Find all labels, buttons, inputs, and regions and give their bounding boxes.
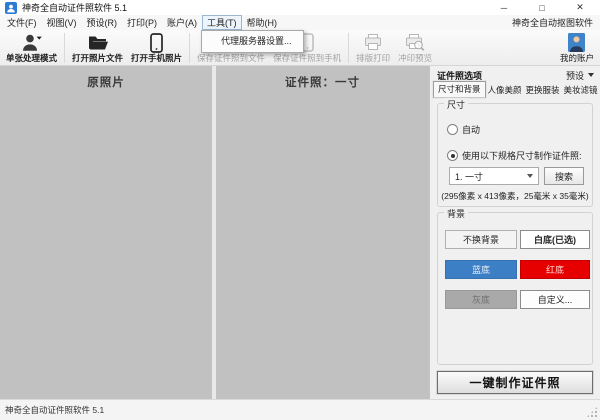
single-mode-label: 单张处理模式 [6,53,57,64]
app-window: 神奇全自动证件照软件 5.1 ─ □ ✕ 文件(F) 视图(V) 预设(R) 打… [0,0,600,420]
menu-account[interactable]: 账户(A) [162,15,202,30]
resize-grip-icon[interactable] [586,406,598,418]
toolbar-separator [64,33,65,63]
menu-tools-label: 工具(T) [207,16,237,29]
search-button[interactable]: 搜索 [544,167,584,185]
tab-size-background[interactable]: 尺寸和背景 [433,81,486,98]
result-photo-pane: 证件照：一寸 [216,66,429,399]
menu-file[interactable]: 文件(F) [2,15,42,30]
tab-beauty-filter[interactable]: 美妆滤镜 [562,83,600,98]
status-text: 神奇全自动证件照软件 5.1 [5,404,104,416]
open-photo-file-button[interactable]: 打开照片文件 [68,31,127,65]
gray-background-button[interactable]: 灰底 [445,290,517,309]
size-dimensions-text: (295像素 x 413像素，25毫米 x 35毫米) [438,190,592,202]
toolbar-separator [189,33,190,63]
size-combo-row: 1. 一寸 搜索 [449,167,584,185]
print-preview-icon [405,32,425,53]
menu-bar: 文件(F) 视图(V) 预设(R) 打印(P) 账户(A) 工具(T) 代理服务… [0,15,600,30]
menu-preset[interactable]: 预设(R) [82,15,123,30]
result-photo-title: 证件照：一寸 [216,74,429,90]
close-button[interactable]: ✕ [561,0,599,15]
print-preview-button: 冲印预览 [394,31,436,65]
phone-icon [150,32,163,53]
layout-print-button: 排版打印 [352,31,394,65]
status-bar: 神奇全自动证件照软件 5.1 [0,399,600,420]
background-groupbox: 背景 不换背景 白底(已选) 蓝底 红底 灰底 自定义... [437,212,593,365]
blue-background-button[interactable]: 蓝底 [445,260,517,279]
window-title: 神奇全自动证件照软件 5.1 [22,1,127,14]
layout-print-label: 排版打印 [356,53,390,64]
options-panel: 证件照选项 预设 尺寸和背景 人像美颜 更换服装 美妆滤镜 尺寸 自动 [429,66,600,399]
preset-dropdown-button[interactable]: 预设 [566,69,594,82]
options-tabs: 尺寸和背景 人像美颜 更换服装 美妆滤镜 [433,82,598,98]
open-phone-photo-button[interactable]: 打开手机照片 [127,31,186,65]
menu-item-proxy-settings[interactable]: 代理服务器设置... [202,31,303,52]
options-header: 证件照选项 预设 [437,68,594,82]
person-mode-icon [21,32,43,53]
no-change-background-button[interactable]: 不换背景 [445,230,517,249]
single-mode-button[interactable]: 单张处理模式 [2,31,61,65]
options-title: 证件照选项 [437,69,482,82]
menu-tools[interactable]: 工具(T) 代理服务器设置... [202,15,242,30]
background-legend: 背景 [444,207,468,220]
original-photo-title: 原照片 [0,74,212,90]
avatar-icon [568,32,585,53]
minimize-button[interactable]: ─ [485,0,523,15]
size-select[interactable]: 1. 一寸 [449,167,539,185]
open-photo-file-label: 打开照片文件 [72,53,123,64]
auto-size-radio[interactable]: 自动 [447,123,480,136]
my-account-label: 我的账户 [560,53,594,64]
size-select-value: 1. 一寸 [455,170,483,183]
menu-view[interactable]: 视图(V) [42,15,82,30]
auto-size-label: 自动 [462,123,480,136]
white-background-button[interactable]: 白底(已选) [520,230,590,249]
preset-label: 预设 [566,69,584,82]
custom-background-button[interactable]: 自定义... [520,290,590,309]
menu-help[interactable]: 帮助(H) [242,15,283,30]
save-to-file-label: 保存证件照到文件 [197,53,265,64]
search-button-label: 搜索 [555,170,573,183]
save-to-phone-label: 保存证件照到手机 [273,53,341,64]
chevron-down-icon [527,174,533,178]
main-area: 原照片 证件照：一寸 证件照选项 预设 尺寸和背景 人像美颜 更换服装 美妆滤镜 [0,66,600,399]
radio-selected-icon[interactable] [447,150,458,161]
folder-icon [87,32,109,53]
make-id-photo-button[interactable]: 一键制作证件照 [437,371,593,394]
tools-menu-popup: 代理服务器设置... [201,30,304,53]
title-bar: 神奇全自动证件照软件 5.1 ─ □ ✕ [0,0,600,15]
background-buttons: 不换背景 白底(已选) 蓝底 红底 灰底 自定义... [445,230,590,309]
original-photo-pane: 原照片 [0,66,212,399]
toolbar-separator [348,33,349,63]
red-background-button[interactable]: 红底 [520,260,590,279]
cutout-software-link[interactable]: 神奇全自动抠图软件 [505,15,600,30]
app-icon [5,2,17,14]
tab-portrait-beauty[interactable]: 人像美颜 [486,83,524,98]
size-groupbox: 尺寸 自动 使用以下规格尺寸制作证件照: 1. 一寸 搜索 [437,103,593,207]
spec-size-label: 使用以下规格尺寸制作证件照: [462,149,582,162]
window-controls: ─ □ ✕ [485,0,599,15]
tab-change-clothes[interactable]: 更换服装 [524,83,562,98]
print-preview-label: 冲印预览 [398,53,432,64]
chevron-down-icon [588,73,594,77]
radio-icon[interactable] [447,124,458,135]
printer-icon [363,32,383,53]
size-legend: 尺寸 [444,98,468,111]
open-phone-photo-label: 打开手机照片 [131,53,182,64]
maximize-button[interactable]: □ [523,0,561,15]
my-account-button[interactable]: 我的账户 [556,31,598,65]
spec-size-radio[interactable]: 使用以下规格尺寸制作证件照: [447,149,582,162]
menu-print[interactable]: 打印(P) [122,15,162,30]
